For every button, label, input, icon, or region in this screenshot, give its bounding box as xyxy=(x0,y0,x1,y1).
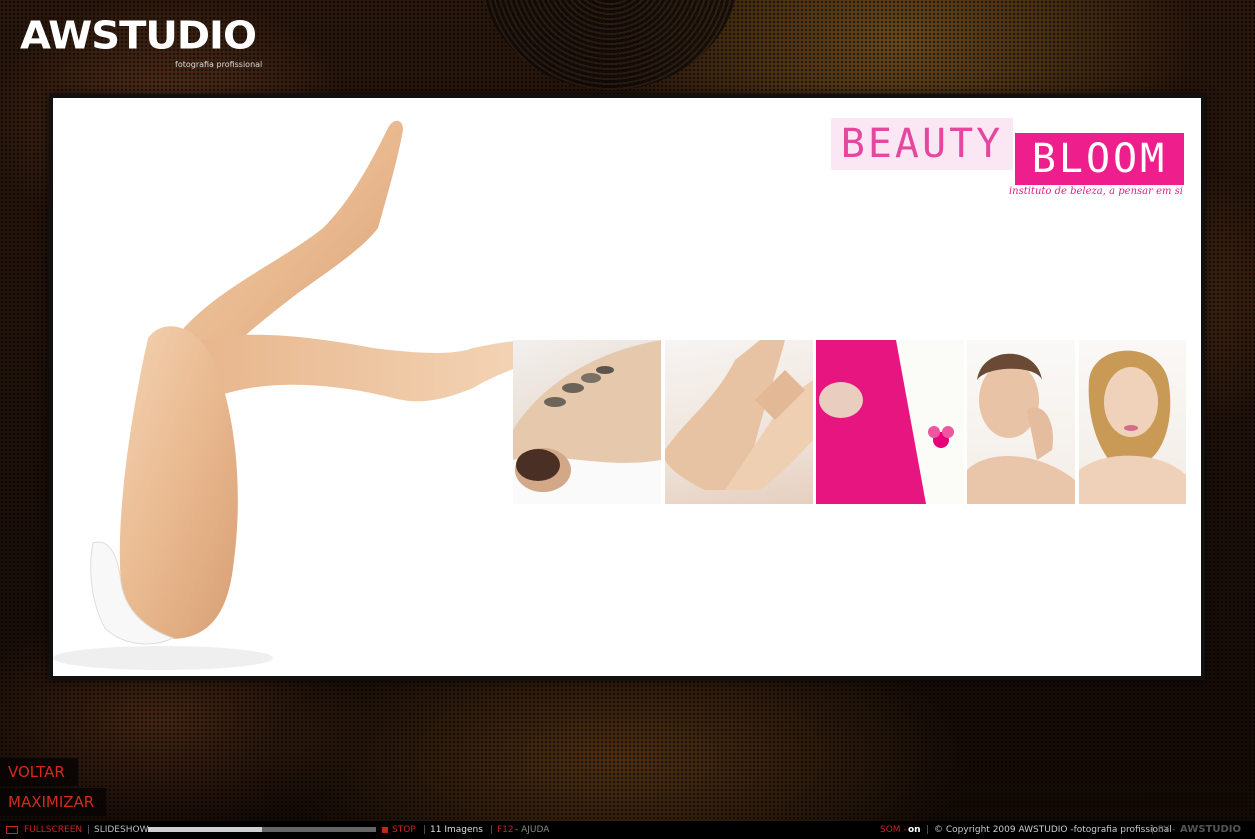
brand-logo-bloom: BLOOM xyxy=(1015,133,1184,185)
thumbnail-woman-portrait[interactable] xyxy=(1079,340,1186,504)
bottom-toolbar: FULLSCREEN | SLIDESHOW STOP | 11 Imagens… xyxy=(0,821,1255,839)
stop-icon[interactable] xyxy=(382,827,388,833)
legs-photo xyxy=(53,120,553,670)
thumbnail-hot-stone-massage[interactable] xyxy=(513,340,661,504)
fullscreen-button[interactable]: FULLSCREEN xyxy=(24,821,82,839)
fullscreen-icon[interactable] xyxy=(6,826,18,834)
site-logo[interactable]: AWSTUDIO fotografia profissional xyxy=(20,14,270,74)
slideshow-button[interactable]: SLIDESHOW xyxy=(94,821,148,839)
logo-text: AWSTUDIO xyxy=(20,14,257,58)
brand-tagline: instituto de beleza, a pensar em si xyxy=(1008,186,1183,197)
gallery-image-frame[interactable]: BEAUTY BLOOM instituto de beleza, a pens… xyxy=(49,94,1205,680)
brand-word-bloom: BLOOM xyxy=(1031,136,1168,182)
sound-toggle[interactable]: on xyxy=(908,821,921,839)
thumbnail-facial-care[interactable] xyxy=(967,340,1075,504)
logo-subtitle: fotografia profissional xyxy=(175,60,263,69)
back-button[interactable]: VOLTAR xyxy=(0,758,78,786)
stop-button[interactable]: STOP xyxy=(392,821,416,839)
help-key[interactable]: F12 xyxy=(497,821,514,839)
help-button[interactable]: - AJUDA xyxy=(515,821,549,839)
sound-label: SOM - xyxy=(880,825,907,835)
thumbnail-pink-towel-spa[interactable] xyxy=(816,340,964,504)
slideshow-progress-bar[interactable] xyxy=(148,827,376,832)
brand-logo-beauty: BEAUTY xyxy=(831,118,1013,170)
slideshow-progress-fill xyxy=(148,827,262,832)
copyright-text: © Copyright 2009 AWSTUDIO -fotografia pr… xyxy=(934,825,1172,835)
maximize-button[interactable]: MAXIMIZAR xyxy=(0,788,106,816)
by-label: BY - xyxy=(1158,825,1176,835)
images-count: 11 Imagens xyxy=(430,825,483,835)
thumbnail-feet-care[interactable] xyxy=(665,340,813,504)
by-awstudio-logo[interactable]: AWSTUDIO xyxy=(1180,821,1241,839)
brand-word-beauty: BEAUTY xyxy=(840,121,1004,167)
